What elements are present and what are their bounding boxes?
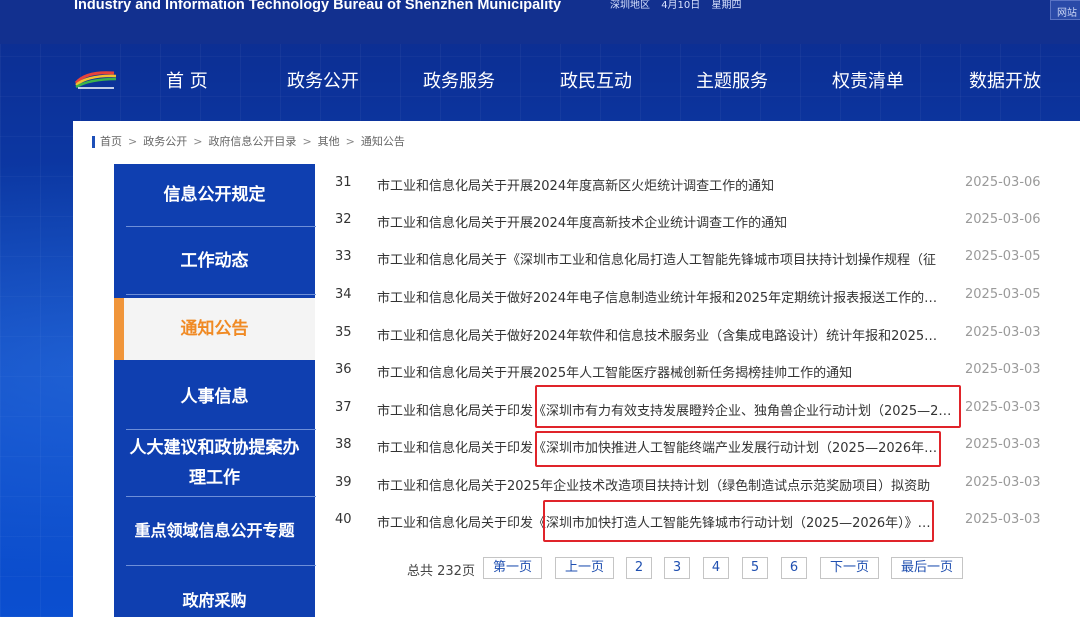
nav-theme-services[interactable]: 主题服务 <box>696 67 768 93</box>
row-date: 2025-03-06 <box>965 212 1041 227</box>
sidebar-item-procurement[interactable]: 政府采购 <box>114 566 315 617</box>
row-title-link[interactable]: 市工业和信息化局关于开展2025年人工智能医疗器械创新任务揭榜挂帅工作的通知 <box>377 362 957 381</box>
breadcrumb-separator: > <box>128 135 138 148</box>
page-button-6[interactable]: 6 <box>781 557 807 579</box>
sidebar-item-label: 人事信息 <box>180 387 249 407</box>
list-item[interactable]: 31 市工业和信息化局关于开展2024年度高新区火炬统计调查工作的通知 2025… <box>335 175 1045 195</box>
row-date: 2025-03-03 <box>965 325 1041 340</box>
breadcrumb-other[interactable]: 其他 <box>318 135 340 148</box>
sidebar-item-label: 重点领域信息公开专题 <box>134 521 295 540</box>
sidebar: 信息公开规定 工作动态 通知公告 人事信息 人大建议和政协提案办理工作 重点领域… <box>114 164 316 617</box>
sidebar-item-label: 工作动态 <box>180 250 249 271</box>
sidebar-divider <box>126 294 316 295</box>
row-number: 38 <box>335 437 352 452</box>
main-nav <box>0 44 1080 118</box>
date-label: 4月10日 <box>661 0 701 11</box>
row-title-link[interactable]: 市工业和信息化局关于做好2024年软件和信息技术服务业（含集成电路设计）统计年报… <box>377 325 957 344</box>
row-date: 2025-03-05 <box>965 287 1041 302</box>
row-date: 2025-03-05 <box>965 249 1041 264</box>
sidebar-item-personnel[interactable]: 人事信息 <box>114 364 315 430</box>
row-number: 33 <box>335 249 352 264</box>
row-number: 39 <box>335 475 352 490</box>
breadcrumb-separator: > <box>345 135 355 148</box>
breadcrumb-current: 通知公告 <box>360 135 405 148</box>
pagination-total: 总共 232页 <box>407 564 475 579</box>
row-date: 2025-03-03 <box>965 362 1041 377</box>
highlight-box <box>535 385 961 428</box>
row-number: 34 <box>335 287 352 302</box>
row-number: 35 <box>335 325 352 340</box>
region-label: 深圳地区 <box>610 0 650 11</box>
breadcrumb-home[interactable]: 首页 <box>100 135 122 148</box>
row-number: 37 <box>335 400 352 415</box>
sidebar-item-label: 通知公告 <box>180 319 249 339</box>
next-page-button[interactable]: 下一页 <box>820 557 879 579</box>
row-title-link[interactable]: 市工业和信息化局关于做好2024年电子信息制造业统计年报和2025年定期统计报表… <box>377 287 957 306</box>
row-number: 32 <box>335 212 352 227</box>
row-title-link[interactable]: 市工业和信息化局关于开展2024年度高新区火炬统计调查工作的通知 <box>377 175 957 194</box>
top-bar: Industry and Information Technology Bure… <box>0 0 1080 44</box>
list-item[interactable]: 36 市工业和信息化局关于开展2025年人工智能医疗器械创新任务揭榜挂帅工作的通… <box>335 362 1045 382</box>
nav-gov-affairs-open[interactable]: 政务公开 <box>287 67 359 93</box>
last-page-button[interactable]: 最后一页 <box>891 557 963 579</box>
list-item[interactable]: 34 市工业和信息化局关于做好2024年电子信息制造业统计年报和2025年定期统… <box>335 287 1045 307</box>
nav-gov-services[interactable]: 政务服务 <box>423 67 495 93</box>
nav-open-data[interactable]: 数据开放 <box>969 67 1041 93</box>
breadcrumb: 首页 > 政务公开 > 政府信息公开目录 > 其他 > 通知公告 <box>92 136 405 148</box>
highlight-box <box>535 431 941 467</box>
sidebar-item-label: 政府采购 <box>182 591 247 610</box>
row-title-link[interactable]: 市工业和信息化局关于2025年企业技术改造项目扶持计划（绿色制造试点示范奖励项目… <box>377 475 957 494</box>
region-date: 深圳地区 4月10日 星期四 <box>610 0 749 11</box>
weekday-label: 星期四 <box>711 0 742 11</box>
nav-interaction[interactable]: 政民互动 <box>560 67 632 93</box>
site-title: Industry and Information Technology Bure… <box>74 0 562 13</box>
page-button-4[interactable]: 4 <box>703 557 729 579</box>
breadcrumb-gov-affairs[interactable]: 政务公开 <box>143 135 187 148</box>
bureau-logo-icon[interactable] <box>74 69 118 89</box>
page-button-2[interactable]: 2 <box>626 557 652 579</box>
row-number: 31 <box>335 175 352 190</box>
row-title-link[interactable]: 市工业和信息化局关于《深圳市工业和信息化局打造人工智能先锋城市项目扶持计划操作规… <box>377 249 957 268</box>
sidebar-item-proposals[interactable]: 人大建议和政协提案办理工作 <box>114 430 315 496</box>
breadcrumb-separator: > <box>302 135 312 148</box>
row-date: 2025-03-03 <box>965 437 1041 452</box>
list-item[interactable]: 39 市工业和信息化局关于2025年企业技术改造项目扶持计划（绿色制造试点示范奖… <box>335 475 1045 495</box>
breadcrumb-catalog[interactable]: 政府信息公开目录 <box>208 135 296 148</box>
site-button[interactable]: 网站 <box>1050 0 1080 20</box>
first-page-button[interactable]: 第一页 <box>483 557 542 579</box>
list-item[interactable]: 35 市工业和信息化局关于做好2024年软件和信息技术服务业（含集成电路设计）统… <box>335 325 1045 345</box>
sidebar-item-disclosure-rules[interactable]: 信息公开规定 <box>114 164 315 226</box>
row-date: 2025-03-03 <box>965 400 1041 415</box>
row-date: 2025-03-06 <box>965 175 1041 190</box>
row-number: 36 <box>335 362 352 377</box>
page-button-3[interactable]: 3 <box>664 557 690 579</box>
list-item[interactable]: 33 市工业和信息化局关于《深圳市工业和信息化局打造人工智能先锋城市项目扶持计划… <box>335 249 1045 269</box>
sidebar-item-notices[interactable]: 通知公告 <box>114 298 315 360</box>
sidebar-item-label: 信息公开规定 <box>163 185 266 205</box>
list-item[interactable]: 32 市工业和信息化局关于开展2024年度高新技术企业统计调查工作的通知 202… <box>335 212 1045 232</box>
nav-responsibility-list[interactable]: 权责清单 <box>832 67 904 93</box>
breadcrumb-separator: > <box>193 135 203 148</box>
sidebar-item-key-areas[interactable]: 重点领域信息公开专题 <box>114 497 315 565</box>
sidebar-item-work-news[interactable]: 工作动态 <box>114 227 315 294</box>
nav-home[interactable]: 首 页 <box>166 67 208 93</box>
row-date: 2025-03-03 <box>965 512 1041 527</box>
prev-page-button[interactable]: 上一页 <box>555 557 614 579</box>
row-number: 40 <box>335 512 352 527</box>
row-title-link[interactable]: 市工业和信息化局关于开展2024年度高新技术企业统计调查工作的通知 <box>377 212 957 231</box>
page-button-5[interactable]: 5 <box>742 557 768 579</box>
highlight-box <box>543 500 934 542</box>
sidebar-item-label: 人大建议和政协提案办理工作 <box>129 438 300 488</box>
row-date: 2025-03-03 <box>965 475 1041 490</box>
